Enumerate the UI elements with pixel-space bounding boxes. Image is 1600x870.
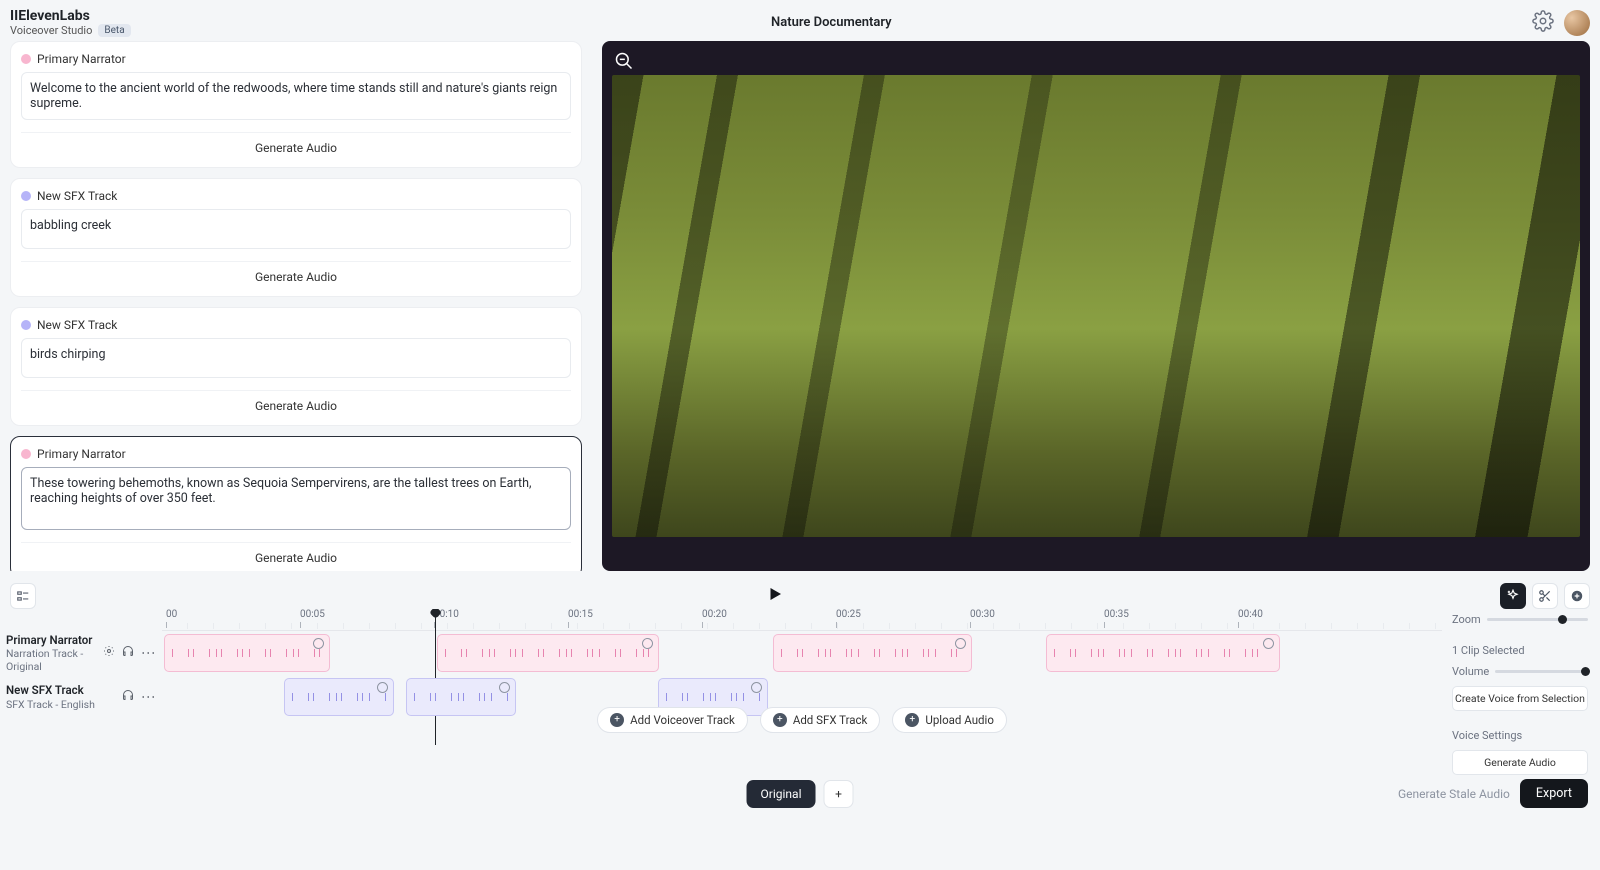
ruler-tick: 00:30 <box>970 609 995 620</box>
script-card[interactable]: New SFX Track Generate Audio <box>10 307 582 426</box>
more-icon[interactable]: ⋮ <box>141 689 154 704</box>
regenerate-icon[interactable] <box>642 638 653 649</box>
card-track-label: Primary Narrator <box>37 52 126 66</box>
script-text-input[interactable] <box>21 338 571 378</box>
script-text-input[interactable] <box>21 467 571 530</box>
audio-clip[interactable] <box>437 634 659 672</box>
track-row[interactable] <box>162 631 1442 675</box>
audio-clip[interactable] <box>164 634 330 672</box>
zoom-label: Zoom <box>1452 613 1481 626</box>
track-color-dot <box>21 191 31 201</box>
track-color-dot <box>21 320 31 330</box>
generate-audio-button[interactable]: Generate Audio <box>21 390 571 415</box>
track-color-dot <box>21 449 31 459</box>
audio-clip[interactable] <box>773 634 972 672</box>
ruler-tick: 00:15 <box>568 609 593 620</box>
track-name: New SFX Track <box>6 683 122 697</box>
upload-audio-button[interactable]: +Upload Audio <box>892 707 1006 733</box>
voice-settings-label: Voice Settings <box>1452 729 1588 742</box>
magic-select-icon[interactable] <box>1500 583 1526 609</box>
beta-badge: Beta <box>98 24 130 37</box>
track-subtitle: Narration Track - Original <box>6 647 103 673</box>
headphones-icon[interactable] <box>122 645 134 660</box>
regenerate-icon[interactable] <box>499 682 510 693</box>
regenerate-icon[interactable] <box>1263 638 1274 649</box>
project-title: Nature Documentary <box>771 15 892 30</box>
card-track-label: Primary Narrator <box>37 447 126 461</box>
gear-icon[interactable] <box>1532 10 1554 36</box>
regenerate-icon[interactable] <box>377 682 388 693</box>
track-label[interactable]: New SFX TrackSFX Track - English ⋮ <box>6 675 162 719</box>
ruler-tick: 00:35 <box>1104 609 1129 620</box>
clip-inspector: Zoom 1 Clip Selected Volume Create Voice… <box>1442 609 1600 769</box>
regenerate-icon[interactable] <box>751 682 762 693</box>
regenerate-icon[interactable] <box>313 638 324 649</box>
add-voiceover-track-button[interactable]: +Add Voiceover Track <box>597 707 748 733</box>
track-color-dot <box>21 54 31 64</box>
avatar[interactable] <box>1564 10 1590 36</box>
track-label[interactable]: Primary NarratorNarration Track - Origin… <box>6 631 162 675</box>
add-sfx-track-button[interactable]: +Add SFX Track <box>760 707 881 733</box>
ruler-tick: 00:40 <box>1238 609 1263 620</box>
volume-label: Volume <box>1452 665 1489 678</box>
card-track-label: New SFX Track <box>37 189 117 203</box>
brand-title: IIElevenLabs <box>10 8 131 24</box>
video-preview[interactable] <box>602 41 1590 571</box>
ruler-tick: 00:20 <box>702 609 727 620</box>
volume-slider[interactable] <box>1495 670 1588 673</box>
original-version-chip[interactable]: Original <box>747 780 816 808</box>
zoom-out-icon[interactable] <box>614 51 634 75</box>
script-card[interactable]: New SFX Track Generate Audio <box>10 178 582 297</box>
track-name: Primary Narrator <box>6 633 103 647</box>
sub-brand: Voiceover Studio <box>10 24 92 37</box>
play-button[interactable] <box>766 585 784 607</box>
auto-arrange-button[interactable] <box>10 583 36 609</box>
gear-icon[interactable] <box>103 645 115 660</box>
generate-audio-sidebar-button[interactable]: Generate Audio <box>1452 750 1588 775</box>
script-text-input[interactable] <box>21 209 571 249</box>
ruler-tick: 00:25 <box>836 609 861 620</box>
selection-count: 1 Clip Selected <box>1452 644 1588 657</box>
generate-audio-button[interactable]: Generate Audio <box>21 261 571 286</box>
create-voice-button[interactable]: Create Voice from Selection <box>1452 686 1588 711</box>
scissors-icon[interactable] <box>1532 583 1558 609</box>
generate-stale-audio-button[interactable]: Generate Stale Audio <box>1398 787 1510 801</box>
script-panel: Primary Narrator Generate Audio New SFX … <box>10 41 588 571</box>
script-text-input[interactable] <box>21 72 571 120</box>
add-version-button[interactable]: + <box>823 780 853 808</box>
card-track-label: New SFX Track <box>37 318 117 332</box>
regenerate-icon[interactable] <box>955 638 966 649</box>
export-button[interactable]: Export <box>1520 779 1588 808</box>
audio-clip[interactable] <box>1046 634 1280 672</box>
track-subtitle: SFX Track - English <box>6 698 122 711</box>
add-clip-icon[interactable] <box>1564 583 1590 609</box>
track-labels-column: Primary NarratorNarration Track - Origin… <box>6 609 162 769</box>
script-card[interactable]: Primary Narrator Generate Audio <box>10 41 582 168</box>
timeline[interactable]: 0000:0500:1000:1500:2000:2500:3000:3500:… <box>162 609 1442 769</box>
zoom-slider[interactable] <box>1487 618 1588 621</box>
generate-audio-button[interactable]: Generate Audio <box>21 542 571 567</box>
headphones-icon[interactable] <box>122 689 134 704</box>
ruler-tick: 00 <box>166 609 177 620</box>
generate-audio-button[interactable]: Generate Audio <box>21 132 571 157</box>
video-frame-image <box>612 75 1580 537</box>
time-ruler[interactable]: 0000:0500:1000:1500:2000:2500:3000:3500:… <box>162 609 1442 631</box>
more-icon[interactable]: ⋮ <box>141 645 154 660</box>
ruler-tick: 00:05 <box>300 609 325 620</box>
script-card[interactable]: Primary Narrator Generate Audio <box>10 436 582 571</box>
